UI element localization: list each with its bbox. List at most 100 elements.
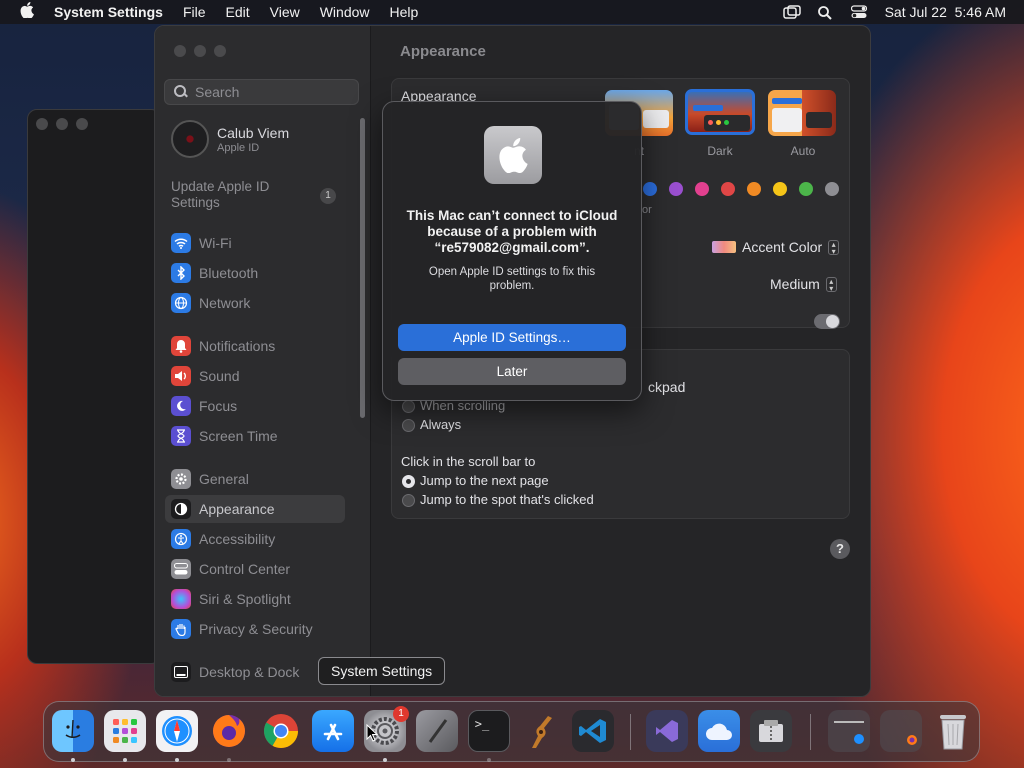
apple-id-settings-button[interactable]: Apple ID Settings… bbox=[398, 324, 626, 351]
accent-green[interactable] bbox=[799, 182, 813, 196]
sidebar-item-notifications[interactable]: Notifications bbox=[165, 332, 345, 360]
sidebar-item-label: Desktop & Dock bbox=[199, 664, 300, 680]
sidebar-item-control-center[interactable]: Control Center bbox=[165, 555, 345, 583]
appearance-dark-label: Dark bbox=[707, 144, 733, 158]
sidebar-item-label: Siri & Spotlight bbox=[199, 591, 291, 607]
vscode-icon[interactable] bbox=[572, 710, 614, 752]
accent-orange[interactable] bbox=[747, 182, 761, 196]
wifi-icon bbox=[171, 233, 191, 253]
zoom-button[interactable] bbox=[214, 45, 226, 57]
highlight-color-value: Accent Color bbox=[742, 239, 823, 255]
script-editor-icon[interactable] bbox=[416, 710, 458, 752]
accent-purple[interactable] bbox=[669, 182, 683, 196]
appearance-option-dark[interactable] bbox=[685, 89, 755, 135]
menu-view[interactable]: View bbox=[260, 4, 310, 20]
sidebar-item-label: Focus bbox=[199, 398, 238, 414]
window-controls bbox=[174, 45, 226, 57]
minimize-button[interactable] bbox=[194, 45, 206, 57]
dock: 1 >_ bbox=[43, 701, 980, 762]
firefox-icon[interactable] bbox=[208, 710, 250, 752]
background-window-controls bbox=[36, 118, 88, 130]
zoom-button[interactable] bbox=[76, 118, 88, 130]
bell-icon bbox=[171, 336, 191, 356]
search-placeholder: Search bbox=[195, 84, 240, 100]
chevron-updown-icon: ▴ ▾ bbox=[825, 276, 837, 292]
menu-edit[interactable]: Edit bbox=[216, 4, 260, 20]
menu-clock[interactable]: Sat Jul 22 5:46 AM bbox=[885, 4, 1006, 20]
sidebar-item-screen-time[interactable]: Screen Time bbox=[165, 422, 345, 450]
finder-icon[interactable] bbox=[52, 710, 94, 752]
wallpaper-tinting-toggle[interactable] bbox=[814, 314, 840, 329]
sidebar-item-privacy-security[interactable]: Privacy & Security bbox=[165, 615, 345, 643]
help-button[interactable]: ? bbox=[830, 539, 850, 559]
click-scroll-label: Click in the scroll bar to bbox=[401, 454, 536, 469]
update-apple-id-item[interactable]: Update Apple ID Settings bbox=[171, 179, 321, 211]
sidebar-item-accessibility[interactable]: Accessibility bbox=[165, 525, 345, 553]
menu-window[interactable]: Window bbox=[310, 4, 380, 20]
speaker-icon bbox=[171, 366, 191, 386]
hand-icon bbox=[171, 619, 191, 639]
sidebar-item-general[interactable]: General bbox=[165, 465, 345, 493]
sidebar-item-label: General bbox=[199, 471, 249, 487]
control-center-icon[interactable] bbox=[850, 5, 867, 19]
firefox-stack-icon[interactable] bbox=[880, 710, 922, 752]
dock-icon bbox=[171, 662, 191, 682]
close-button[interactable] bbox=[174, 45, 186, 57]
sidebar-item-network[interactable]: Network bbox=[165, 289, 345, 317]
always-label: Always bbox=[420, 417, 462, 432]
app-store-icon[interactable] bbox=[312, 710, 354, 752]
accent-red[interactable] bbox=[721, 182, 735, 196]
sidebar-item-appearance[interactable]: Appearance bbox=[165, 495, 345, 523]
menu-file[interactable]: File bbox=[173, 4, 216, 20]
sidebar-scrollbar[interactable] bbox=[360, 118, 365, 418]
radio-always[interactable] bbox=[402, 419, 415, 432]
launchpad-icon[interactable] bbox=[104, 710, 146, 752]
highlight-color-popup[interactable]: Accent Color ▴ ▾ bbox=[712, 239, 840, 255]
apple-icon[interactable] bbox=[0, 2, 54, 22]
spotlight-search-icon[interactable] bbox=[817, 5, 833, 20]
garageband-icon[interactable] bbox=[520, 710, 562, 752]
accent-yellow[interactable] bbox=[773, 182, 787, 196]
appearance-option-auto[interactable] bbox=[768, 90, 836, 136]
accent-blue[interactable] bbox=[643, 182, 657, 196]
dock-separator bbox=[810, 714, 811, 750]
sidebar-item-siri-spotlight[interactable]: Siri & Spotlight bbox=[165, 585, 345, 613]
accent-graphite[interactable] bbox=[825, 182, 839, 196]
chrome-icon[interactable] bbox=[260, 710, 302, 752]
sidebar-item-label: Notifications bbox=[199, 338, 276, 354]
sidebar-item-focus[interactable]: Focus bbox=[165, 392, 345, 420]
sidebar-item-label: Sound bbox=[199, 368, 240, 384]
alert-title: This Mac can’t connect to iCloud because… bbox=[406, 208, 618, 255]
close-button[interactable] bbox=[36, 118, 48, 130]
sidebar-icon-size-popup[interactable]: Medium ▴ ▾ bbox=[770, 276, 837, 292]
safari-icon[interactable] bbox=[156, 710, 198, 752]
radio-when-scrolling[interactable] bbox=[402, 400, 415, 413]
accent-pink[interactable] bbox=[695, 182, 709, 196]
archive-utility-icon[interactable] bbox=[750, 710, 792, 752]
downloads-stack-icon[interactable] bbox=[828, 710, 870, 752]
sidebar-item-bluetooth[interactable]: Bluetooth bbox=[165, 259, 345, 287]
minimize-button[interactable] bbox=[56, 118, 68, 130]
globe-icon bbox=[171, 293, 191, 313]
later-button[interactable]: Later bbox=[398, 358, 626, 385]
radio-jump-spot-clicked[interactable] bbox=[402, 494, 415, 507]
sidebar-item-wifi[interactable]: Wi-Fi bbox=[165, 229, 345, 257]
jump-spot-clicked-label: Jump to the spot that's clicked bbox=[420, 492, 594, 507]
gear-icon bbox=[171, 469, 191, 489]
bluetooth-icon bbox=[171, 263, 191, 283]
avatar bbox=[171, 120, 209, 158]
radio-jump-next-page[interactable] bbox=[402, 475, 415, 488]
appearance-icon bbox=[171, 499, 191, 519]
menu-help[interactable]: Help bbox=[380, 4, 429, 20]
menu-app-name[interactable]: System Settings bbox=[54, 4, 173, 20]
firefox-running-indicator bbox=[227, 758, 231, 762]
terminal-icon[interactable]: >_ bbox=[468, 710, 510, 752]
screen-mirroring-icon[interactable] bbox=[782, 5, 801, 19]
apple-id-account[interactable]: Calub Viem Apple ID bbox=[171, 120, 289, 158]
trash-icon[interactable] bbox=[932, 710, 974, 752]
weather-icon[interactable] bbox=[698, 710, 740, 752]
sidebar-item-sound[interactable]: Sound bbox=[165, 362, 345, 390]
visual-studio-icon[interactable] bbox=[646, 710, 688, 752]
chevron-updown-icon: ▴ ▾ bbox=[828, 239, 840, 255]
search-input[interactable]: Search bbox=[164, 79, 359, 105]
